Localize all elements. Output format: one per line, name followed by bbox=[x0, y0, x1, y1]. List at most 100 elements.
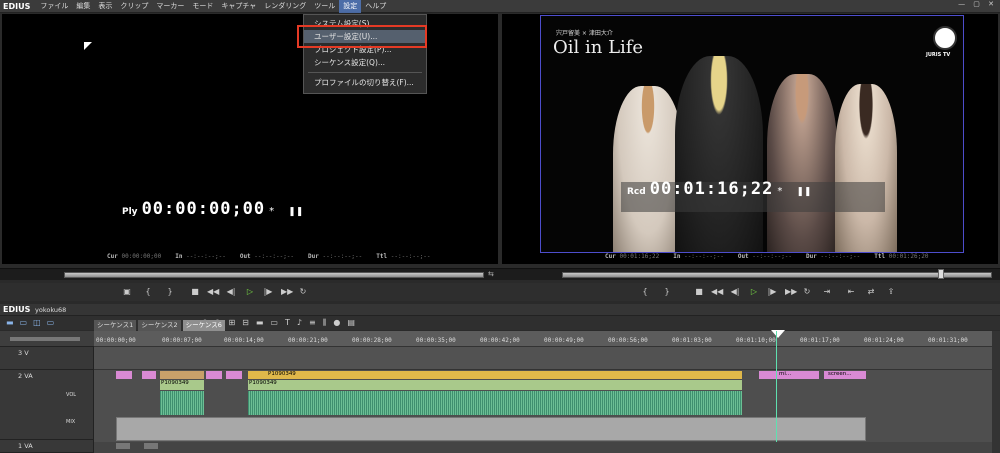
replace-icon[interactable]: ⇄ bbox=[866, 286, 876, 297]
clip-block[interactable] bbox=[142, 371, 156, 379]
player-label: Ply bbox=[122, 207, 138, 217]
menu-separator bbox=[308, 72, 422, 73]
recorder-timecode-display: Rcd 00:01:16;22 * ❚❚ bbox=[627, 179, 811, 199]
track-3v[interactable]: 3 V bbox=[0, 347, 94, 370]
scrub-handle[interactable] bbox=[938, 269, 944, 279]
loop-play-icon[interactable]: ↻ bbox=[298, 286, 308, 297]
track-1va[interactable]: 1 VA bbox=[0, 440, 94, 453]
recorder-monitor[interactable]: 宍戸留美 × 津田大介 Oil in Life JURIS TV Rcd 00:… bbox=[502, 14, 998, 264]
ruler-label: 00:00:56;00 bbox=[608, 337, 648, 344]
play-icon[interactable]: ▷ bbox=[245, 286, 255, 297]
clip-block[interactable]: mi... bbox=[759, 371, 819, 379]
player-scrubber[interactable] bbox=[64, 272, 484, 278]
mark-in-icon[interactable]: { bbox=[143, 286, 153, 297]
menu-mode[interactable]: モード bbox=[188, 0, 217, 13]
logo-text: JURIS TV bbox=[926, 52, 951, 58]
lane-3v bbox=[94, 347, 992, 370]
mark-out-icon[interactable]: } bbox=[662, 286, 672, 297]
window-controls[interactable]: — ▢ ✕ bbox=[958, 0, 997, 8]
rewind-icon[interactable]: ◀◀ bbox=[711, 286, 723, 297]
stop-icon[interactable]: ■ bbox=[694, 286, 704, 297]
clip-main[interactable]: P1090349 bbox=[248, 371, 742, 379]
timeline-header: EDIUS yokoku68 bbox=[0, 304, 1000, 316]
clip-thumb[interactable] bbox=[160, 371, 204, 379]
menu-file[interactable]: ファイル bbox=[36, 0, 72, 13]
insert-clip-icon[interactable]: ⇥ bbox=[822, 286, 832, 297]
menu-bar: EDIUS ファイル 編集 表示 クリップ マーカー モード キャプチャ レンダ… bbox=[0, 0, 1000, 13]
menu-view[interactable]: 表示 bbox=[94, 0, 116, 13]
clip-block[interactable] bbox=[206, 371, 222, 379]
play-icon[interactable]: ▷ bbox=[749, 286, 759, 297]
player-timecode: 00:00:00;00 bbox=[141, 199, 266, 219]
recorder-timecode: 00:01:16;22 bbox=[649, 179, 774, 199]
ruler-label: 00:01:24;00 bbox=[864, 337, 904, 344]
clip-block[interactable] bbox=[116, 443, 130, 449]
loop-icon[interactable]: ⇆ bbox=[488, 270, 494, 278]
step-back-icon[interactable]: ◀| bbox=[226, 286, 236, 297]
audio-clip-label[interactable]: P1090349 bbox=[160, 380, 204, 390]
menu-marker[interactable]: マーカー bbox=[152, 0, 188, 13]
video-title: Oil in Life bbox=[553, 37, 644, 58]
ruler-label: 00:00:21;00 bbox=[288, 337, 328, 344]
recorder-scrubber[interactable] bbox=[562, 272, 992, 278]
pause-icon: ❚❚ bbox=[796, 187, 812, 197]
tab-sequence-6[interactable]: シーケンス6 bbox=[182, 320, 225, 331]
mark-out-icon[interactable]: } bbox=[165, 286, 175, 297]
menu-item-switch-profile[interactable]: プロファイルの切り替え(F)... bbox=[304, 76, 426, 89]
mix-lane[interactable] bbox=[116, 417, 866, 441]
playhead-icon[interactable] bbox=[771, 330, 785, 338]
fast-forward-icon[interactable]: ▶▶ bbox=[281, 286, 293, 297]
menu-capture[interactable]: キャプチャ bbox=[217, 0, 260, 13]
ruler-label: 00:00:49;00 bbox=[544, 337, 584, 344]
asterisk-icon: * bbox=[269, 206, 275, 217]
ruler-label: 00:00:42;00 bbox=[480, 337, 520, 344]
ruler-header bbox=[0, 331, 94, 347]
ruler-label: 00:00:00;00 bbox=[96, 337, 136, 344]
tab-sequence-1[interactable]: シーケンス1 bbox=[94, 320, 137, 331]
clip-block[interactable] bbox=[144, 443, 158, 449]
ruler-label: 00:00:28;00 bbox=[352, 337, 392, 344]
scrub-row: ⇆ bbox=[0, 268, 1000, 280]
jurist-logo-icon bbox=[933, 26, 957, 50]
loop-play-icon[interactable]: ↻ bbox=[802, 286, 812, 297]
timeline-ruler[interactable]: 00:00:00;00 00:00:07;00 00:00:14;00 00:0… bbox=[94, 330, 992, 347]
menu-tools[interactable]: ツール bbox=[310, 0, 339, 13]
stop-icon[interactable]: ■ bbox=[190, 286, 200, 297]
clip-block[interactable] bbox=[226, 371, 242, 379]
menu-settings[interactable]: 設定 bbox=[339, 0, 362, 13]
asterisk-icon: * bbox=[777, 186, 783, 197]
video-credit: 宍戸留美 × 津田大介 bbox=[556, 30, 613, 37]
ruler-label: 00:00:07;00 bbox=[162, 337, 202, 344]
person-3 bbox=[767, 74, 837, 252]
menu-item-sequence-settings[interactable]: シーケンス設定(Q)... bbox=[304, 56, 426, 69]
zoom-slider[interactable] bbox=[10, 337, 80, 341]
rewind-icon[interactable]: ◀◀ bbox=[207, 286, 219, 297]
track-2va[interactable]: 2 VA VOL MIX bbox=[0, 370, 94, 440]
audio-clip-label[interactable]: P1090349 bbox=[248, 380, 742, 390]
step-back-icon[interactable]: ◀| bbox=[730, 286, 740, 297]
mark-in-icon[interactable]: { bbox=[640, 286, 650, 297]
timeline-tracks[interactable]: P1090349 mi... screen... P1090349 P10903… bbox=[94, 331, 992, 453]
clip-block[interactable]: screen... bbox=[824, 371, 866, 379]
menu-render[interactable]: レンダリング bbox=[260, 0, 310, 13]
step-forward-icon[interactable]: |▶ bbox=[767, 286, 777, 297]
video-frame: 宍戸留美 × 津田大介 Oil in Life JURIS TV bbox=[540, 15, 964, 253]
menu-clip[interactable]: クリップ bbox=[116, 0, 152, 13]
tab-sequence-2[interactable]: シーケンス2 bbox=[138, 320, 181, 331]
person-4 bbox=[835, 84, 897, 252]
export-icon[interactable]: ⇪ bbox=[886, 286, 896, 297]
sequence-tabs: シーケンス1 シーケンス2 シーケンス6 bbox=[94, 320, 225, 331]
clip-block[interactable] bbox=[116, 371, 132, 379]
overwrite-clip-icon[interactable]: ⇤ bbox=[846, 286, 856, 297]
menu-edit[interactable]: 編集 bbox=[72, 0, 94, 13]
playhead-line bbox=[776, 331, 777, 453]
step-forward-icon[interactable]: |▶ bbox=[263, 286, 273, 297]
waveform[interactable] bbox=[248, 391, 742, 415]
menu-help[interactable]: ヘルプ bbox=[361, 0, 390, 13]
vertical-scrollbar[interactable] bbox=[992, 331, 1000, 453]
waveform[interactable] bbox=[160, 391, 204, 415]
insert-icon[interactable]: ▣ bbox=[122, 286, 132, 297]
timeline-logo: EDIUS bbox=[3, 305, 31, 314]
fast-forward-icon[interactable]: ▶▶ bbox=[785, 286, 797, 297]
track-mode-icons[interactable]: ▬▭◫▭ bbox=[6, 318, 60, 327]
